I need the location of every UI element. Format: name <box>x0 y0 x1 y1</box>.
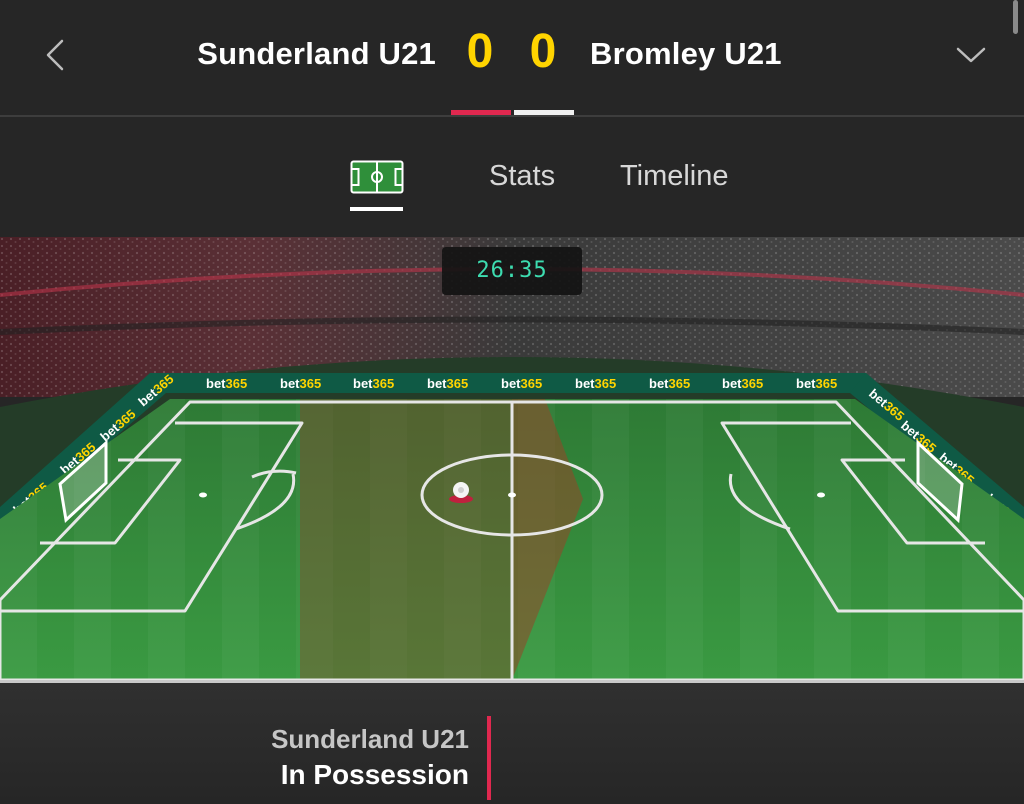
tab-pitch[interactable] <box>350 155 404 213</box>
stadium-graphic: bet365 bet365 bet365 bet365 bet365 bet36… <box>0 237 1024 682</box>
svg-text:bet365: bet365 <box>722 376 763 391</box>
away-score: 0 <box>529 25 557 78</box>
chevron-down-icon <box>956 47 986 63</box>
active-tab-indicator <box>350 207 403 211</box>
match-header: Sunderland U21 0 0 Bromley U21 <box>0 0 1024 115</box>
expand-button[interactable] <box>946 30 996 80</box>
possession-team-marker <box>487 716 491 800</box>
header-divider <box>0 115 1024 117</box>
svg-text:bet365: bet365 <box>649 376 690 391</box>
match-live-view: Sunderland U21 0 0 Bromley U21 Stats Tim… <box>0 0 1024 804</box>
scrollbar-thumb[interactable] <box>1013 0 1018 34</box>
svg-text:bet365: bet365 <box>427 376 468 391</box>
svg-text:bet365: bet365 <box>796 376 837 391</box>
pitch-visualisation: bet365 bet365 bet365 bet365 bet365 bet36… <box>0 237 1024 682</box>
pitch-icon <box>350 160 404 194</box>
svg-text:bet365: bet365 <box>575 376 616 391</box>
svg-text:bet365: bet365 <box>353 376 394 391</box>
possession-panel <box>0 683 1024 804</box>
chevron-left-icon <box>46 39 64 71</box>
tab-timeline[interactable]: Timeline <box>620 160 729 193</box>
home-score: 0 <box>466 25 494 78</box>
away-team-name: Bromley U21 <box>590 36 782 71</box>
svg-text:bet365: bet365 <box>501 376 542 391</box>
tab-stats[interactable]: Stats <box>489 160 555 193</box>
back-button[interactable] <box>34 30 74 80</box>
match-clock: 26:35 <box>442 247 582 295</box>
svg-text:bet365: bet365 <box>206 376 247 391</box>
possession-status: In Possession <box>280 759 469 790</box>
home-team-name: Sunderland U21 <box>197 36 436 71</box>
svg-text:bet365: bet365 <box>280 376 321 391</box>
possession-team: Sunderland U21 <box>271 724 469 754</box>
